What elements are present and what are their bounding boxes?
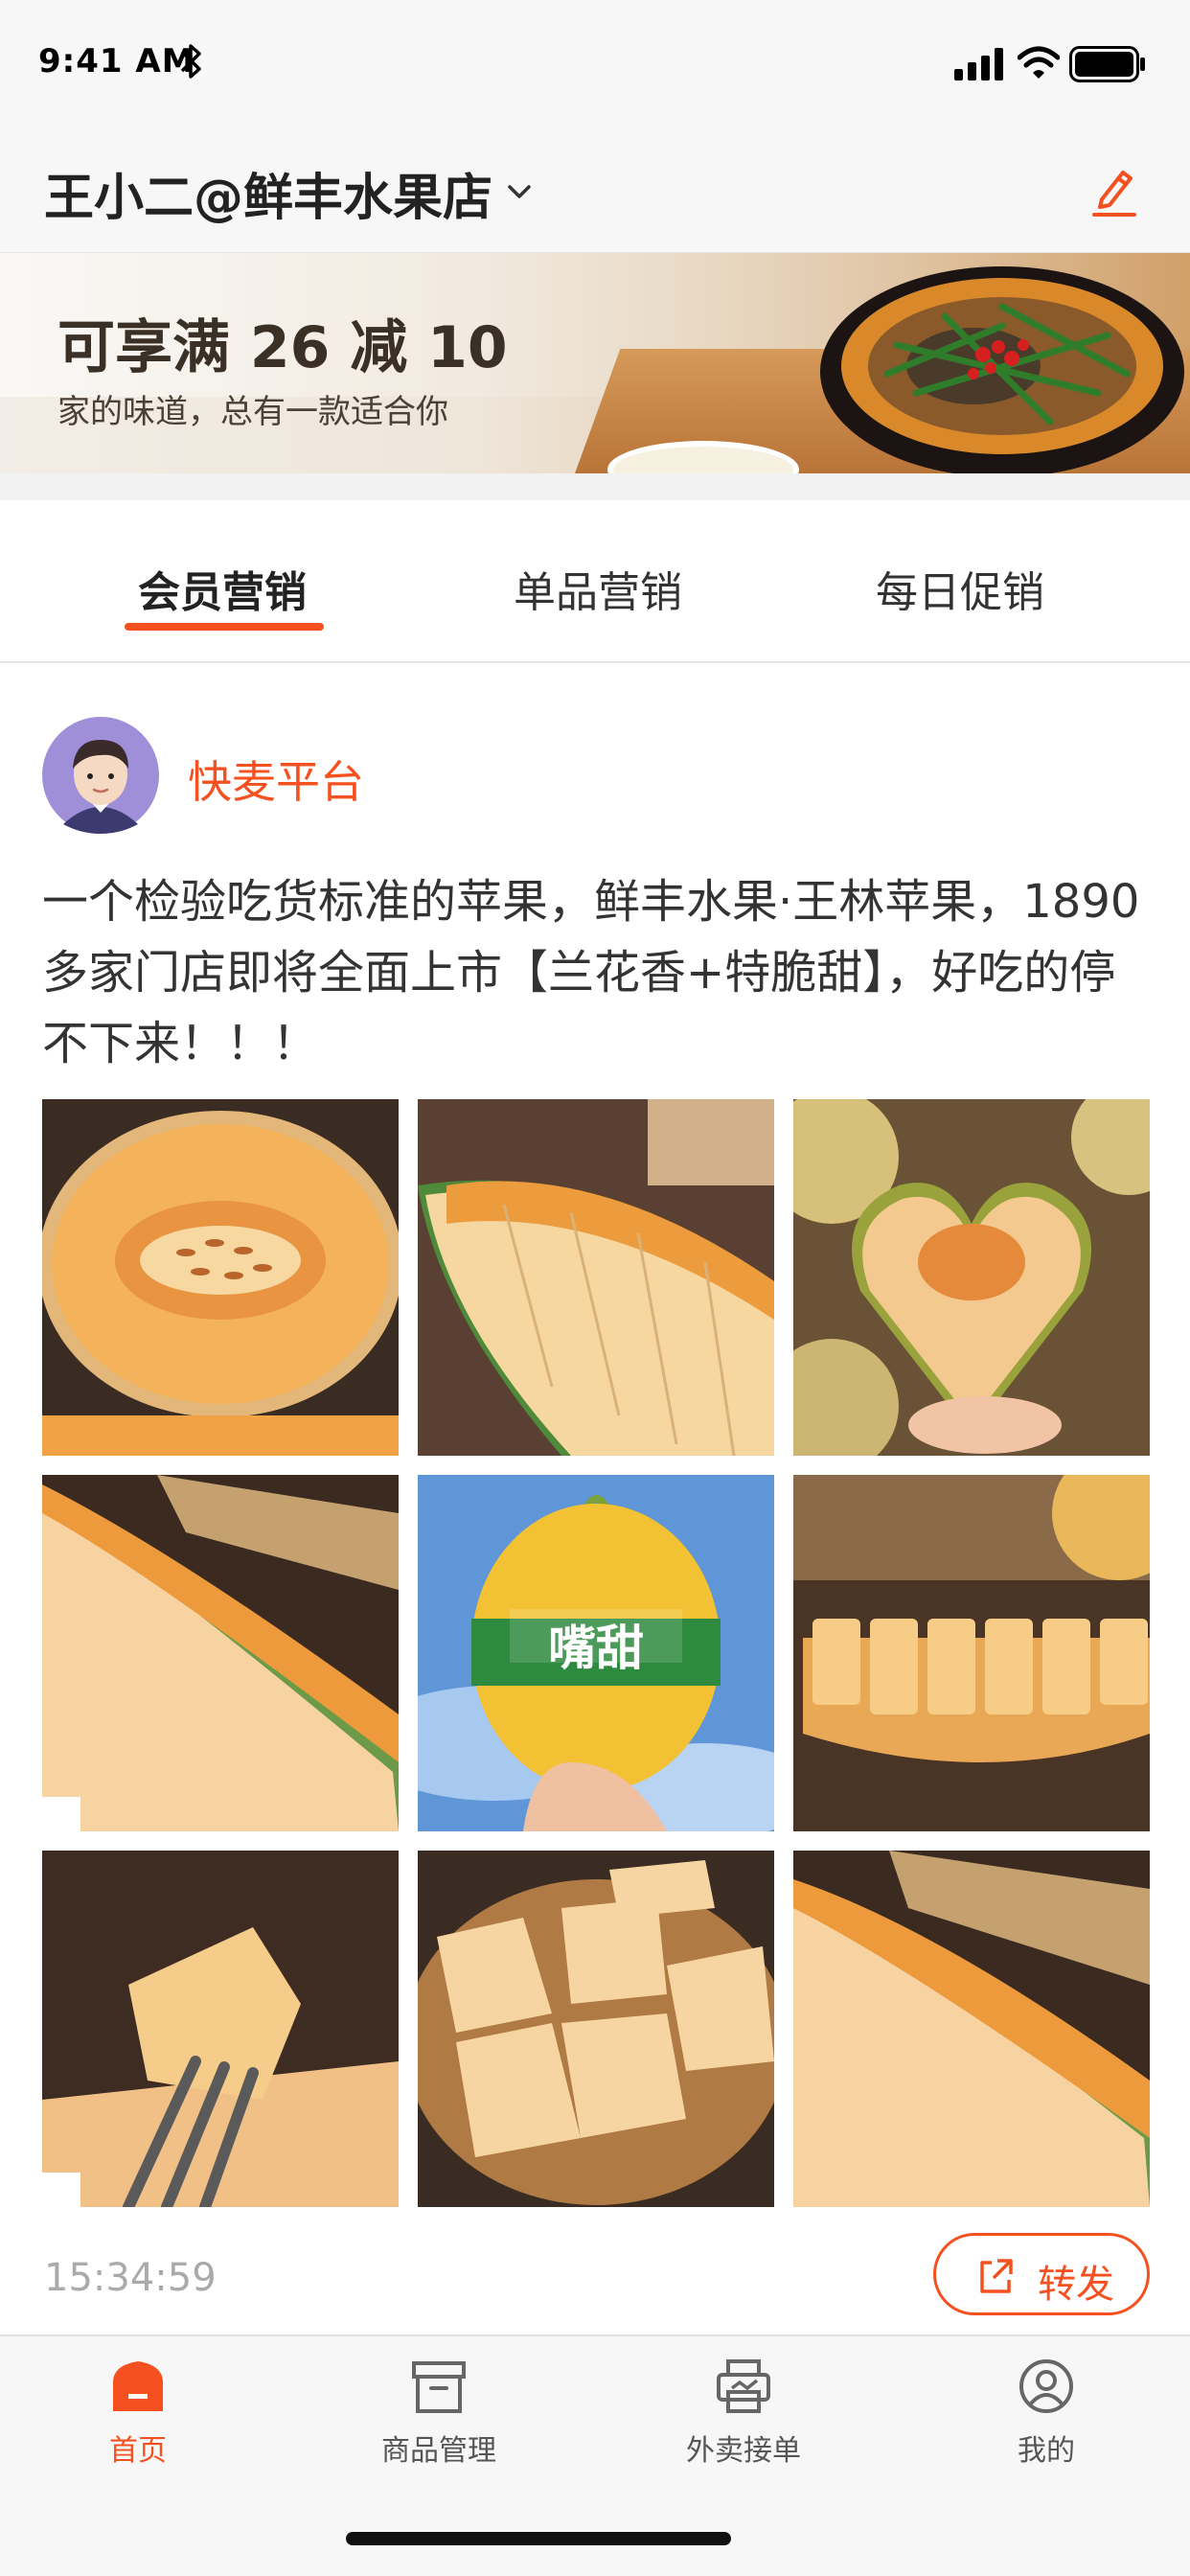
melon-photo-5[interactable]: 嘴甜: [418, 1475, 774, 1831]
tab-daily-promotion[interactable]: 每日促销: [876, 558, 1044, 619]
active-tab-indicator: [125, 623, 324, 631]
promo-banner[interactable]: 可享满 26 减 10 家的味道，总有一款适合你: [0, 253, 1190, 473]
tabbar-product-management[interactable]: 商品管理: [343, 2358, 535, 2482]
post-author-name[interactable]: 快麦平台: [188, 748, 364, 811]
banner-heading: 可享满 26 减 10: [57, 314, 508, 381]
status-time: 9:41 AM: [38, 42, 195, 80]
melon-photo-9[interactable]: [793, 1851, 1150, 2207]
melon-photo-2[interactable]: [418, 1099, 774, 1456]
bottom-tab-bar: 首页 商品管理 外卖接单 我的: [0, 2334, 1190, 2576]
printer-icon: [717, 2359, 770, 2413]
post-timestamp: 15:34:59: [44, 2256, 217, 2300]
melon-photo-1[interactable]: [42, 1099, 399, 1456]
box-icon: [412, 2361, 466, 2413]
signal-icon: [954, 48, 1003, 80]
clay-pot-dish-image: [820, 266, 1184, 473]
share-label: 转发: [1038, 2263, 1114, 2307]
melon-photo-7[interactable]: [42, 1851, 399, 2207]
tabbar-label-product-management: 商品管理: [381, 2434, 496, 2468]
melon-photo-3[interactable]: [793, 1099, 1150, 1456]
status-bar: 9:41 AM: [0, 0, 1190, 125]
tabbar-takeout-orders[interactable]: 外卖接单: [648, 2358, 839, 2482]
user-icon: [1019, 2359, 1073, 2413]
tabbar-home[interactable]: 首页: [42, 2358, 234, 2482]
tabbar-mine[interactable]: 我的: [950, 2358, 1142, 2482]
tabbar-label-home: 首页: [109, 2434, 167, 2468]
tabbar-label-takeout-orders: 外卖接单: [686, 2434, 801, 2468]
share-icon: [980, 2259, 1013, 2293]
melon-photo-8[interactable]: [418, 1851, 774, 2207]
tab-member-marketing[interactable]: 会员营销: [138, 558, 307, 619]
home-icon: [113, 2361, 163, 2411]
melon-label-text: 嘴甜: [548, 1621, 644, 1676]
chevron-down-icon[interactable]: [504, 180, 535, 203]
battery-icon: [1069, 46, 1145, 82]
post-text: 一个检验吃货标准的苹果，鲜丰水果·王林苹果，1890多家门店即将全面上市【兰花香…: [42, 875, 1140, 1070]
share-button[interactable]: 转发: [933, 2233, 1150, 2315]
tab-single-item-marketing[interactable]: 单品营销: [514, 558, 682, 619]
top-nav: 王小二@鲜丰水果店: [0, 125, 1190, 253]
home-indicator: [346, 2532, 731, 2545]
wifi-icon: [1018, 46, 1060, 79]
edit-icon[interactable]: [1090, 165, 1138, 218]
photo-grid: 嘴甜: [42, 1099, 1150, 2207]
melon-photo-6[interactable]: [793, 1475, 1150, 1831]
melon-photo-4[interactable]: [42, 1475, 399, 1831]
avatar[interactable]: [42, 717, 159, 834]
tabbar-label-mine: 我的: [1018, 2434, 1075, 2468]
section-divider: [0, 473, 1190, 500]
bluetooth-icon: [180, 44, 201, 79]
shop-title[interactable]: 王小二@鲜丰水果店: [44, 157, 492, 229]
marketing-tabs: 会员营销 单品营销 每日促销: [0, 500, 1190, 663]
banner-subtitle: 家的味道，总有一款适合你: [57, 393, 448, 431]
